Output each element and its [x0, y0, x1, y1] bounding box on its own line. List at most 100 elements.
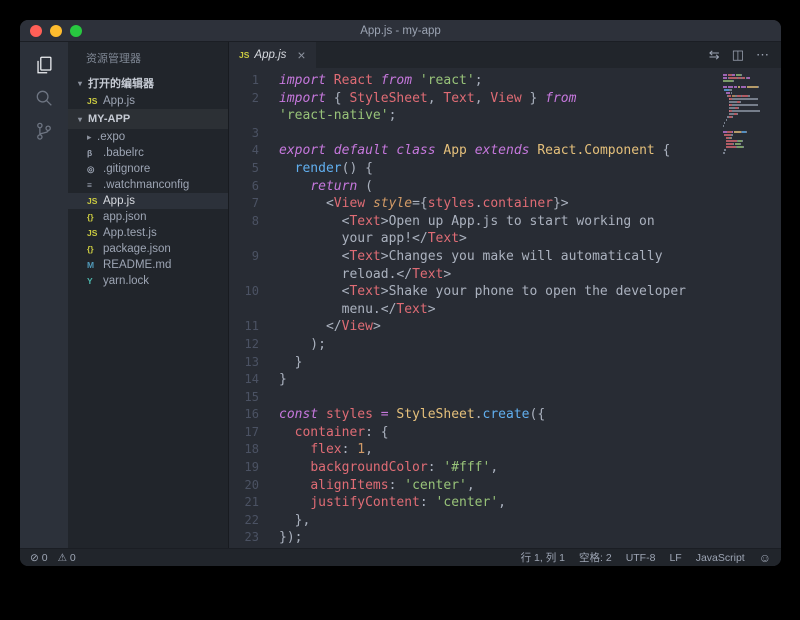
line-number: 14 — [229, 371, 279, 389]
line-number: 15 — [229, 389, 279, 407]
file-type-icon: {} — [87, 244, 103, 254]
open-editors-header[interactable]: ▾ 打开的编辑器 — [68, 73, 228, 93]
activity-search[interactable] — [20, 81, 68, 114]
code-lines: 1import React from 'react';2import { Sty… — [229, 72, 781, 547]
code-row: 19 backgroundColor: '#fff', — [229, 459, 781, 477]
feedback-smiley-icon[interactable]: ☺ — [759, 551, 771, 565]
file-name-label: .babelrc — [103, 147, 144, 159]
line-number: 6 — [229, 178, 279, 196]
code-row: 18 flex: 1, — [229, 441, 781, 459]
title-bar[interactable]: App.js - my-app — [20, 20, 781, 42]
code-text: }); — [279, 529, 302, 547]
line-number — [229, 266, 279, 284]
js-file-icon: JS — [239, 50, 249, 60]
tab-close-icon[interactable]: × — [297, 48, 305, 62]
more-actions-icon[interactable]: ⋯ — [756, 47, 769, 63]
status-bar: ⊘ 0 ⚠ 0 行 1, 列 1 空格: 2 UTF-8 LF JavaScript ☺ — [20, 548, 781, 566]
activity-explorer[interactable] — [20, 48, 68, 81]
status-encoding[interactable]: UTF-8 — [626, 552, 656, 564]
open-editors-list: JSApp.js — [68, 93, 228, 109]
code-text: export default class App extends React.C… — [279, 142, 670, 160]
file-README.md[interactable]: MREADME.md — [68, 257, 228, 273]
status-warnings[interactable]: ⚠ 0 — [58, 552, 76, 564]
file-.gitignore[interactable]: ◎.gitignore — [68, 161, 228, 177]
line-number — [229, 230, 279, 248]
file-type-icon: ◎ — [87, 164, 103, 175]
file-type-icon: M — [87, 260, 103, 270]
code-row: 2import { StyleSheet, Text, View } from — [229, 90, 781, 108]
file-yarn.lock[interactable]: Yyarn.lock — [68, 273, 228, 289]
file-.babelrc[interactable]: β.babelrc — [68, 145, 228, 161]
line-number: 16 — [229, 406, 279, 424]
explorer-title: 资源管理器 — [68, 42, 228, 73]
window-title: App.js - my-app — [360, 25, 441, 37]
code-text: const styles = StyleSheet.create({ — [279, 406, 545, 424]
code-text: justifyContent: 'center', — [279, 494, 506, 512]
line-number: 12 — [229, 336, 279, 354]
file-.expo[interactable]: ▸.expo — [68, 129, 228, 145]
code-text: reload.</Text> — [279, 266, 451, 284]
open-editors-label: 打开的编辑器 — [88, 75, 154, 91]
code-row: your app!</Text> — [229, 230, 781, 248]
code-text: import { StyleSheet, Text, View } from — [279, 90, 576, 108]
code-text: 'react-native'; — [279, 107, 396, 125]
code-row: 12 ); — [229, 336, 781, 354]
file-name-label: App.js — [103, 195, 135, 207]
file-package.json[interactable]: {}package.json — [68, 241, 228, 257]
file-name-label: yarn.lock — [103, 275, 149, 287]
code-text: }, — [279, 512, 310, 530]
code-row: 9 <Text>Changes you make will automatica… — [229, 248, 781, 266]
code-row: reload.</Text> — [229, 266, 781, 284]
traffic-light-minimize[interactable] — [50, 25, 62, 37]
file-App.test.js[interactable]: JSApp.test.js — [68, 225, 228, 241]
code-text: } — [279, 371, 287, 389]
open-editor-App.js[interactable]: JSApp.js — [68, 93, 228, 109]
file-type-icon: JS — [87, 228, 103, 238]
traffic-light-zoom[interactable] — [70, 25, 82, 37]
open-changes-icon[interactable]: ⇆ — [709, 47, 720, 63]
line-number: 18 — [229, 441, 279, 459]
tab-actions: ⇆ ◫ ⋯ — [709, 42, 781, 68]
split-editor-icon[interactable]: ◫ — [732, 47, 744, 63]
file-name-label: App.js — [103, 95, 135, 107]
file-name-label: .gitignore — [103, 163, 150, 175]
activity-source-control[interactable] — [20, 114, 68, 147]
traffic-light-close[interactable] — [30, 25, 42, 37]
tab-appjs[interactable]: JS App.js × — [229, 42, 316, 68]
minimap[interactable] — [723, 74, 769, 155]
status-problems[interactable]: ⊘ 0 ⚠ 0 — [30, 552, 76, 564]
code-row: menu.</Text> — [229, 301, 781, 319]
traffic-lights — [30, 25, 82, 37]
status-cursor-position[interactable]: 行 1, 列 1 — [521, 550, 565, 565]
code-row: 11 </View> — [229, 318, 781, 336]
line-number: 4 — [229, 142, 279, 160]
status-eol[interactable]: LF — [669, 552, 681, 564]
editor-code-area[interactable]: 1import React from 'react';2import { Sty… — [229, 68, 781, 548]
code-row: 14} — [229, 371, 781, 389]
line-number: 8 — [229, 213, 279, 231]
line-number: 19 — [229, 459, 279, 477]
code-text: <Text>Shake your phone to open the devel… — [279, 283, 686, 301]
file-type-icon: JS — [87, 196, 103, 206]
file-type-icon: {} — [87, 212, 103, 222]
file-app.json[interactable]: {}app.json — [68, 209, 228, 225]
code-row: 6 return ( — [229, 178, 781, 196]
status-errors[interactable]: ⊘ 0 — [30, 552, 48, 564]
code-row: 8 <Text>Open up App.js to start working … — [229, 213, 781, 231]
status-language-mode[interactable]: JavaScript — [696, 552, 745, 564]
project-header[interactable]: ▾ MY-APP — [68, 109, 228, 129]
file-name-label: .expo — [97, 131, 125, 143]
code-text: alignItems: 'center', — [279, 477, 475, 495]
sidebar-explorer: 资源管理器 ▾ 打开的编辑器 JSApp.js ▾ MY-APP ▸.expoβ… — [68, 42, 228, 548]
status-indentation[interactable]: 空格: 2 — [579, 550, 612, 565]
line-number — [229, 107, 279, 125]
line-number: 17 — [229, 424, 279, 442]
code-text: flex: 1, — [279, 441, 373, 459]
file-App.js[interactable]: JSApp.js — [68, 193, 228, 209]
code-text: </View> — [279, 318, 381, 336]
code-row: 15 — [229, 389, 781, 407]
code-row: 16const styles = StyleSheet.create({ — [229, 406, 781, 424]
code-row: 23}); — [229, 529, 781, 547]
file-.watchmanconfig[interactable]: ≡.watchmanconfig — [68, 177, 228, 193]
code-row: 17 container: { — [229, 424, 781, 442]
